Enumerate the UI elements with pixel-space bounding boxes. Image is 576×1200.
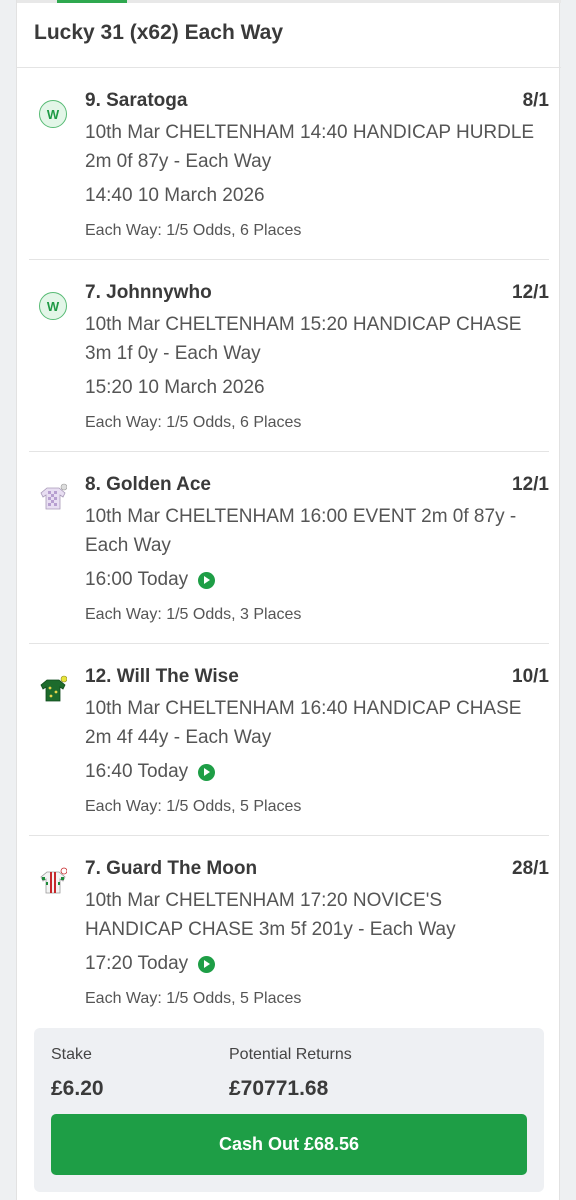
selection-item[interactable]: W 7. Johnnywho 12/1 10th Mar CHELTENHAM … bbox=[29, 282, 549, 452]
selection-description: 10th Mar CHELTENHAM 14:40 HANDICAP HURDL… bbox=[85, 122, 535, 172]
selection-terms: Each Way: 1/5 Odds, 5 Places bbox=[85, 798, 302, 815]
stake-label: Stake bbox=[51, 1046, 92, 1063]
selection-terms: Each Way: 1/5 Odds, 6 Places bbox=[85, 222, 302, 239]
selection-terms: Each Way: 1/5 Odds, 5 Places bbox=[85, 990, 302, 1007]
selection-time-text: 17:20 Today bbox=[85, 953, 189, 974]
winner-badge-icon: W bbox=[39, 292, 67, 320]
header-divider bbox=[17, 67, 561, 68]
selection-time: 16:40 Today bbox=[85, 761, 216, 783]
selection-odds: 8/1 bbox=[522, 90, 549, 111]
selection-name: 7. Johnnywho bbox=[85, 282, 212, 303]
selection-name: 9. Saratoga bbox=[85, 90, 188, 111]
selection-time-text: 16:00 Today bbox=[85, 569, 189, 590]
selection-time: 15:20 10 March 2026 bbox=[85, 377, 265, 399]
selection-odds: 12/1 bbox=[512, 474, 549, 495]
selection-time-text: 15:20 10 March 2026 bbox=[85, 377, 265, 398]
jockey-silks-green-yellow-icon bbox=[40, 675, 67, 702]
play-icon[interactable] bbox=[198, 571, 216, 589]
selection-time: 14:40 10 March 2026 bbox=[85, 185, 265, 207]
bet-card: Lucky 31 (x62) Each Way W 9. Saratoga 8/… bbox=[16, 0, 561, 1200]
top-strip-accent bbox=[57, 0, 127, 3]
selection-item[interactable]: W 9. Saratoga 8/1 10th Mar CHELTENHAM 14… bbox=[29, 90, 549, 260]
selection-item[interactable]: 7. Guard The Moon 28/1 10th Mar CHELTENH… bbox=[29, 858, 549, 1018]
selection-terms: Each Way: 1/5 Odds, 3 Places bbox=[85, 606, 302, 623]
selection-name: 7. Guard The Moon bbox=[85, 858, 258, 879]
potential-returns-value: £70771.68 bbox=[229, 1077, 329, 1100]
winner-badge-icon: W bbox=[39, 100, 67, 128]
bet-summary: Stake £6.20 Potential Returns £70771.68 … bbox=[34, 1028, 544, 1192]
selection-time: 17:20 Today bbox=[85, 953, 216, 975]
selection-odds: 28/1 bbox=[512, 858, 549, 879]
selection-odds: 10/1 bbox=[512, 666, 549, 687]
selection-name: 12. Will The Wise bbox=[85, 666, 239, 687]
top-strip bbox=[17, 0, 561, 3]
selection-time-text: 16:40 Today bbox=[85, 761, 189, 782]
stake-value: £6.20 bbox=[51, 1077, 104, 1100]
bet-title: Lucky 31 (x62) Each Way bbox=[34, 21, 284, 44]
play-icon[interactable] bbox=[198, 955, 216, 973]
selection-item[interactable]: 12. Will The Wise 10/1 10th Mar CHELTENH… bbox=[29, 666, 549, 836]
selection-description: 10th Mar CHELTENHAM 15:20 HANDICAP CHASE… bbox=[85, 314, 522, 364]
selection-terms: Each Way: 1/5 Odds, 6 Places bbox=[85, 414, 302, 431]
selection-description: 10th Mar CHELTENHAM 16:40 HANDICAP CHASE… bbox=[85, 698, 522, 748]
cash-out-button[interactable]: Cash Out £68.56 bbox=[51, 1114, 527, 1175]
selection-time: 16:00 Today bbox=[85, 569, 216, 591]
play-icon[interactable] bbox=[198, 763, 216, 781]
selection-description: 10th Mar CHELTENHAM 16:00 EVENT 2m 0f 87… bbox=[85, 506, 517, 556]
selection-name: 8. Golden Ace bbox=[85, 474, 211, 495]
selection-time-text: 14:40 10 March 2026 bbox=[85, 185, 265, 206]
jockey-silks-red-green-stripe-icon bbox=[40, 867, 67, 894]
jockey-silks-lilac-check-icon bbox=[40, 483, 67, 510]
selection-odds: 12/1 bbox=[512, 282, 549, 303]
potential-returns-label: Potential Returns bbox=[229, 1046, 352, 1063]
selection-description: 10th Mar CHELTENHAM 17:20 NOVICE'S HANDI… bbox=[85, 890, 456, 940]
selection-item[interactable]: 8. Golden Ace 12/1 10th Mar CHELTENHAM 1… bbox=[29, 474, 549, 644]
